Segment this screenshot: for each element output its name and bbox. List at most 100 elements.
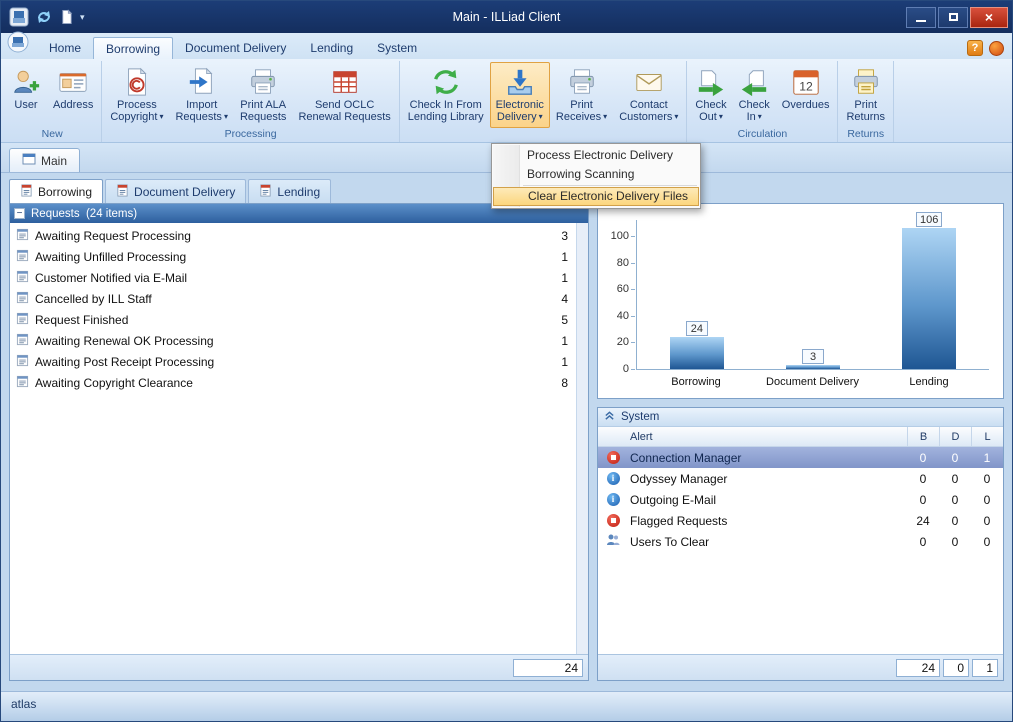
system-panel: System Alert B D L Connection Manager 0 … <box>597 407 1004 681</box>
group-label-processing: Processing <box>104 128 396 142</box>
ribbon-button-check-out[interactable]: Check Out▾ <box>689 62 732 128</box>
tab-main[interactable]: Main <box>9 148 80 172</box>
report-icon <box>259 184 272 200</box>
table-row-outgoing-email[interactable]: Outgoing E-Mail 0 0 0 <box>598 489 1003 510</box>
list-item[interactable]: Awaiting Copyright Clearance 8 <box>10 372 588 393</box>
import-document-icon <box>187 67 217 97</box>
qat-customize-caret-icon[interactable]: ▾ <box>80 12 85 23</box>
red-table-icon <box>330 67 360 97</box>
logoff-icon[interactable] <box>989 41 1004 56</box>
list-item[interactable]: Awaiting Request Processing 3 <box>10 225 588 246</box>
window-controls: × <box>906 7 1008 28</box>
list-item[interactable]: Cancelled by ILL Staff 4 <box>10 288 588 309</box>
report-icon <box>20 184 33 200</box>
close-button[interactable]: × <box>970 7 1008 28</box>
system-footer: 24 0 1 <box>598 654 1003 680</box>
window-title: Main - ILLiad Client <box>1 10 1012 24</box>
minimize-button[interactable] <box>906 7 936 28</box>
requests-panel: − Requests (24 items) Awaiting Request P… <box>9 203 589 681</box>
bar-value-label: 106 <box>916 212 942 227</box>
form-icon <box>16 354 29 370</box>
total-count-box: 24 <box>513 659 583 677</box>
ribbon-button-print-ala-requests[interactable]: Print ALA Requests <box>234 62 292 128</box>
ribbon-button-print-receives[interactable]: Print Receives▾ <box>550 62 613 128</box>
menu-item-borrowing-scanning[interactable]: Borrowing Scanning <box>493 165 699 184</box>
maximize-button[interactable] <box>938 7 968 28</box>
group-label-circulation: Circulation <box>689 128 835 142</box>
list-item[interactable]: Request Finished 5 <box>10 309 588 330</box>
form-icon <box>16 270 29 286</box>
new-document-icon[interactable] <box>59 9 74 25</box>
table-row-connection-manager[interactable]: Connection Manager 0 0 1 <box>598 447 1003 468</box>
collapse-icon[interactable]: − <box>14 208 25 219</box>
ribbon-tab-system[interactable]: System <box>365 37 429 59</box>
right-panel: 0 20 40 60 80 100 24 3 106 <box>597 177 1004 681</box>
minimize-icon <box>916 20 926 22</box>
chevrons-up-icon <box>604 410 615 424</box>
docdel-total-box: 0 <box>943 659 969 677</box>
bar-value-label: 24 <box>686 321 708 336</box>
ribbon-button-overdues[interactable]: 12 Overdues <box>776 62 836 128</box>
requests-footer: 24 <box>10 654 588 680</box>
help-icon[interactable]: ? <box>967 40 983 56</box>
form-icon <box>16 333 29 349</box>
group-label-receives <box>402 128 685 142</box>
calendar-12-icon: 12 <box>791 67 821 97</box>
list-item[interactable]: Awaiting Post Receipt Processing 1 <box>10 351 588 372</box>
stop-icon <box>607 451 620 464</box>
ribbon-button-user[interactable]: User <box>5 62 47 128</box>
table-row-flagged-requests[interactable]: Flagged Requests 24 0 0 <box>598 510 1003 531</box>
add-user-icon <box>11 67 41 97</box>
ribbon-button-address[interactable]: Address <box>47 62 99 128</box>
list-item[interactable]: Customer Notified via E-Mail 1 <box>10 267 588 288</box>
close-icon: × <box>985 9 993 25</box>
address-card-icon <box>58 67 88 97</box>
menu-item-clear-electronic-delivery-files[interactable]: Clear Electronic Delivery Files <box>493 187 699 206</box>
tabrow-right-icons: ? <box>967 40 1004 59</box>
table-row-odyssey-manager[interactable]: Odyssey Manager 0 0 0 <box>598 468 1003 489</box>
copyright-document-icon <box>122 67 152 97</box>
ribbon-button-check-in[interactable]: Check In▾ <box>733 62 776 128</box>
ribbon-tab-borrowing[interactable]: Borrowing <box>93 37 173 59</box>
ribbon-button-send-oclc-renewal-requests[interactable]: Send OCLC Renewal Requests <box>292 62 396 128</box>
statistics-chart-panel: 0 20 40 60 80 100 24 3 106 <box>597 203 1004 399</box>
application-menu-button[interactable] <box>7 31 29 58</box>
ribbon-tab-home[interactable]: Home <box>37 37 93 59</box>
table-row-users-to-clear[interactable]: Users To Clear 0 0 0 <box>598 531 1003 552</box>
ribbon-button-print-returns[interactable]: Print Returns <box>840 62 891 128</box>
form-icon <box>16 291 29 307</box>
vertical-scrollbar[interactable] <box>576 223 588 654</box>
menu-item-process-electronic-delivery[interactable]: Process Electronic Delivery <box>493 146 699 165</box>
ribbon-button-electronic-delivery[interactable]: Electronic Delivery▾ <box>490 62 550 128</box>
chart-x-axis-labels: Borrowing Document Delivery Lending <box>636 376 989 390</box>
ribbon-button-check-in-from-lending-library[interactable]: Check In From Lending Library <box>402 62 490 128</box>
dropdown-caret-icon: ▾ <box>674 111 678 123</box>
ribbon-group-receives: Check In From Lending Library Electronic… <box>400 61 688 142</box>
form-icon <box>16 228 29 244</box>
group-label-new: New <box>5 128 99 142</box>
chart-plot: 0 20 40 60 80 100 24 3 106 <box>636 220 989 370</box>
requests-list: Awaiting Request Processing 3 Awaiting U… <box>10 223 588 654</box>
maximize-icon <box>949 13 958 21</box>
list-item[interactable]: Awaiting Unfilled Processing 1 <box>10 246 588 267</box>
ribbon-button-process-copyright[interactable]: Process Copyright▾ <box>104 62 169 128</box>
refresh-icon[interactable] <box>35 8 53 26</box>
dropdown-caret-icon: ▾ <box>224 111 228 123</box>
bar-lending: 106 <box>902 212 956 369</box>
tab-borrowing[interactable]: Borrowing <box>9 179 103 203</box>
ribbon-button-import-requests[interactable]: Import Requests▾ <box>169 62 234 128</box>
tab-document-delivery[interactable]: Document Delivery <box>105 179 246 203</box>
system-panel-header[interactable]: System <box>598 408 1003 427</box>
print-returns-icon <box>851 67 881 97</box>
list-item[interactable]: Awaiting Renewal OK Processing 1 <box>10 330 588 351</box>
group-label-returns: Returns <box>840 128 891 142</box>
ribbon-tab-lending[interactable]: Lending <box>298 37 365 59</box>
ribbon-tab-document-delivery[interactable]: Document Delivery <box>173 37 298 59</box>
ribbon-group-returns: Print Returns Returns <box>838 61 894 142</box>
ribbon-tab-row: Home Borrowing Document Delivery Lending… <box>1 33 1012 59</box>
dropdown-caret-icon: ▾ <box>539 111 543 123</box>
ribbon-button-contact-customers[interactable]: Contact Customers▾ <box>613 62 684 128</box>
app-logo-icon[interactable] <box>9 7 29 27</box>
tab-lending[interactable]: Lending <box>248 179 331 203</box>
bar-borrowing: 24 <box>670 321 724 369</box>
